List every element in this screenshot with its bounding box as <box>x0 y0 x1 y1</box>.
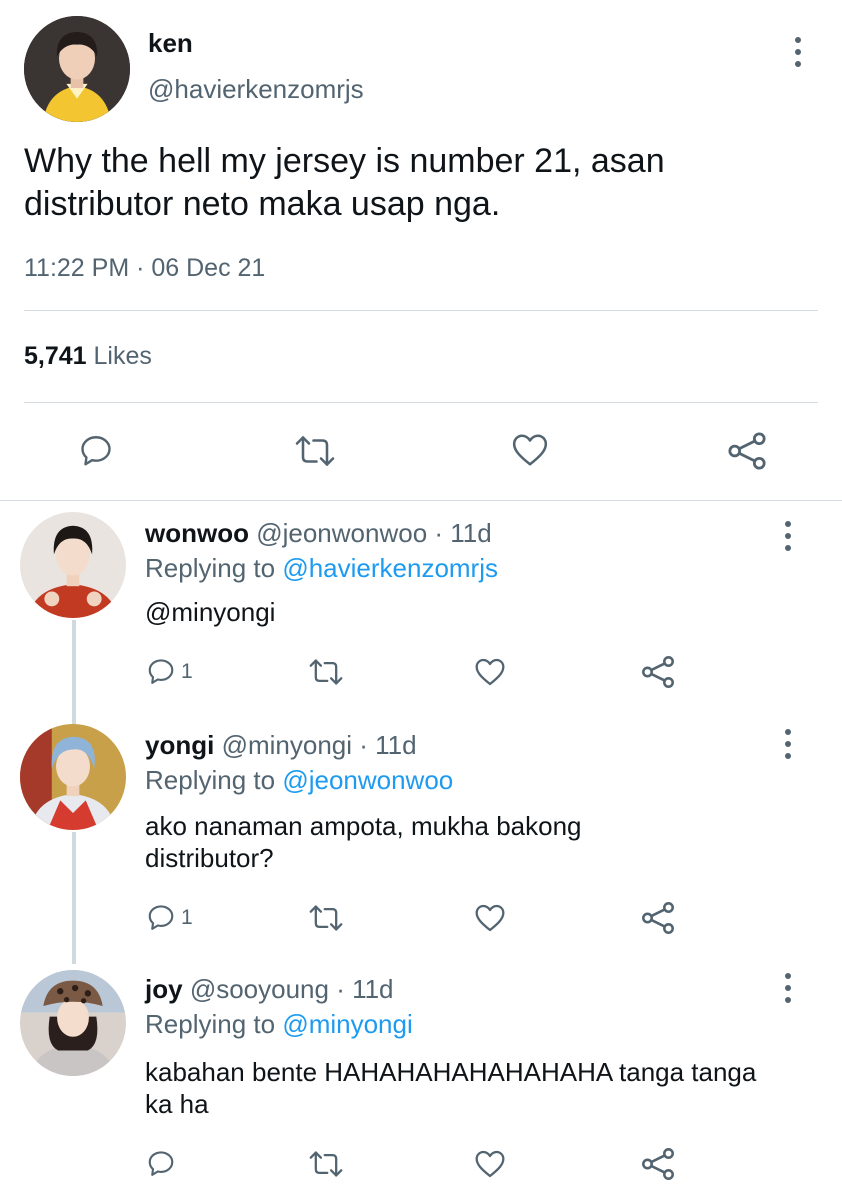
reply-tweet: joy @sooyoung · 11d Replying to @minyong… <box>0 968 842 1200</box>
replying-to-mention[interactable]: @jeonwonwoo <box>282 765 453 795</box>
reply-header: yongi @minyongi · 11d <box>145 730 417 761</box>
more-vertical-icon[interactable] <box>776 516 800 556</box>
reply-handle-time[interactable]: @jeonwonwoo · 11d <box>256 518 492 548</box>
author-handle[interactable]: @havierkenzomrjs <box>148 74 364 105</box>
replying-to: Replying to @jeonwonwoo <box>145 765 453 796</box>
more-vertical-icon[interactable] <box>786 32 810 72</box>
reply-header: wonwoo @jeonwonwoo · 11d <box>145 518 492 549</box>
reply-count: 1 <box>181 660 193 683</box>
retweet-icon[interactable] <box>308 1150 344 1178</box>
divider <box>24 310 818 311</box>
reply-handle-time[interactable]: @minyongi · 11d <box>222 730 417 760</box>
reply-text[interactable]: @minyongi <box>145 596 805 628</box>
heart-icon[interactable] <box>474 657 506 687</box>
share-icon[interactable] <box>640 1146 676 1182</box>
retweet-icon[interactable] <box>294 434 336 468</box>
divider <box>0 500 842 501</box>
likes-stat[interactable]: 5,741 Likes <box>24 342 152 371</box>
avatar-yongi[interactable] <box>20 724 126 830</box>
share-icon[interactable] <box>640 900 676 936</box>
retweet-icon[interactable] <box>308 658 344 686</box>
reply-author-name[interactable]: wonwoo <box>145 518 249 548</box>
reply-icon[interactable] <box>146 902 176 932</box>
replying-to-mention[interactable]: @havierkenzomrjs <box>282 553 498 583</box>
share-icon[interactable] <box>640 654 676 690</box>
reply-tweet: wonwoo @jeonwonwoo · 11d Replying to @ha… <box>0 510 842 716</box>
divider <box>24 402 818 403</box>
replying-to: Replying to @havierkenzomrjs <box>145 553 498 584</box>
likes-label: Likes <box>93 342 152 370</box>
reply-icon[interactable] <box>78 432 114 468</box>
more-vertical-icon[interactable] <box>776 724 800 764</box>
reply-icon[interactable] <box>146 1148 176 1178</box>
replying-to: Replying to @minyongi <box>145 1009 413 1040</box>
reply-author-name[interactable]: joy <box>145 974 183 1004</box>
replying-to-label: Replying to <box>145 765 283 795</box>
tweet-timestamp[interactable]: 11:22 PM · 06 Dec 21 <box>24 254 265 283</box>
reply-text: ako nanaman ampota, mukha bakong distrib… <box>145 811 582 873</box>
more-vertical-icon[interactable] <box>776 968 800 1008</box>
reply-handle-time[interactable]: @sooyoung · 11d <box>190 974 394 1004</box>
main-tweet: ken @havierkenzomrjs Why the hell my jer… <box>0 0 842 501</box>
replying-to-mention[interactable]: @minyongi <box>282 1009 412 1039</box>
tweet-text: Why the hell my jersey is number 21, asa… <box>24 142 665 223</box>
avatar-joy[interactable] <box>20 970 126 1076</box>
avatar-ken[interactable] <box>24 16 130 122</box>
heart-icon[interactable] <box>511 432 549 468</box>
reply-text: kabahan bente HAHAHAHAHAHAHAHA tanga tan… <box>145 1057 757 1119</box>
reply-tweet: yongi @minyongi · 11d Replying to @jeonw… <box>0 722 842 962</box>
heart-icon[interactable] <box>474 1149 506 1179</box>
replying-to-label: Replying to <box>145 1009 283 1039</box>
share-icon[interactable] <box>726 430 768 472</box>
heart-icon[interactable] <box>474 903 506 933</box>
reply-icon[interactable] <box>146 656 176 686</box>
reply-count: 1 <box>181 906 193 929</box>
retweet-icon[interactable] <box>308 904 344 932</box>
likes-count: 5,741 <box>24 342 87 370</box>
author-name[interactable]: ken <box>148 28 193 59</box>
replying-to-label: Replying to <box>145 553 283 583</box>
reply-header: joy @sooyoung · 11d <box>145 974 394 1005</box>
reply-author-name[interactable]: yongi <box>145 730 214 760</box>
avatar-wonwoo[interactable] <box>20 512 126 618</box>
